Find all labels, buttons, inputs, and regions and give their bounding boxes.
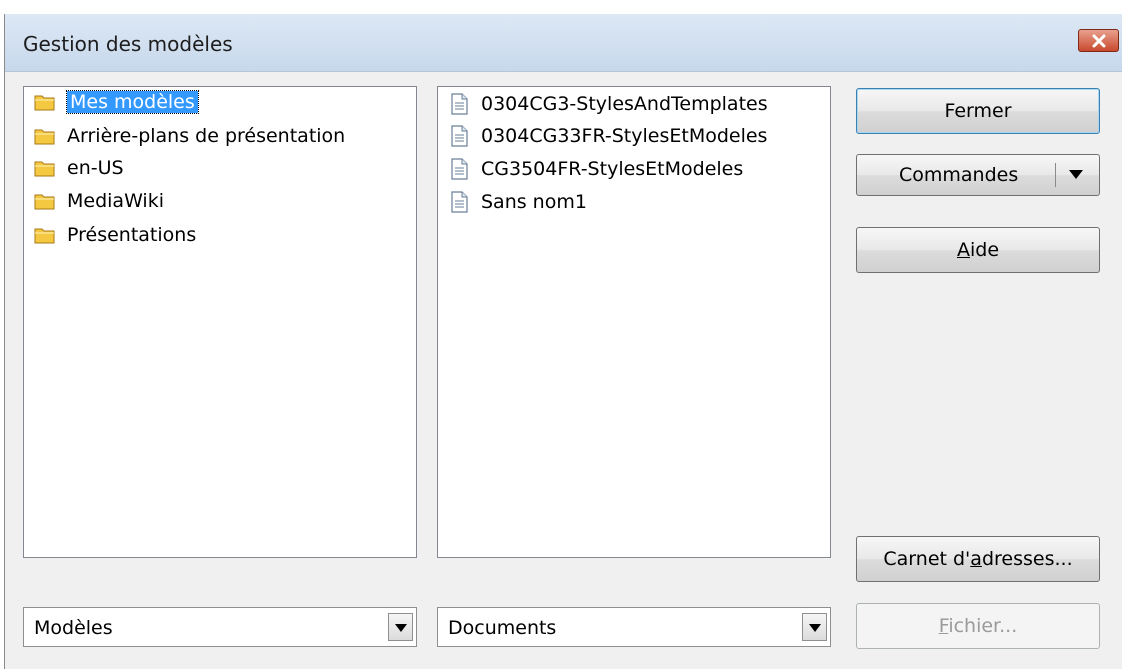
list-item-label: 0304CG3-StylesAndTemplates: [481, 93, 768, 115]
list-item-label: en-US: [67, 157, 124, 179]
commands-split-button[interactable]: Commandes: [856, 154, 1100, 196]
document-icon: [448, 191, 470, 213]
right-view-dropdown-button[interactable]: [802, 613, 827, 641]
list-item-label: Mes modèles: [66, 90, 199, 114]
folder-icon: [34, 125, 56, 147]
left-view-select-value: Modèles: [34, 617, 113, 639]
help-button[interactable]: Aide: [856, 227, 1100, 273]
list-item-label: Arrière-plans de présentation: [67, 125, 346, 147]
address-book-button-label: Carnet d'adresses...: [883, 548, 1073, 570]
help-button-label: Aide: [956, 239, 1000, 261]
commands-button-label: Commandes: [899, 164, 1019, 186]
address-book-button[interactable]: Carnet d'adresses...: [856, 536, 1100, 582]
left-view-select[interactable]: Modèles: [23, 607, 417, 647]
close-button[interactable]: Fermer: [856, 88, 1100, 134]
list-item[interactable]: CG3504FR-StylesEtModeles: [448, 154, 743, 184]
list-item-label: Sans nom1: [481, 191, 587, 213]
list-item-label: Présentations: [67, 224, 197, 246]
split-separator: [1055, 163, 1056, 187]
close-icon: [1092, 34, 1106, 48]
list-item[interactable]: Mes modèles: [34, 87, 199, 117]
template-manager-dialog: Gestion des modèles Mes modèles Arrière-…: [4, 14, 1122, 669]
file-button[interactable]: Fichier...: [856, 603, 1100, 649]
chevron-down-icon: [395, 624, 407, 632]
template-list[interactable]: 0304CG3-StylesAndTemplates 0304CG33FR-St…: [437, 86, 831, 558]
folder-icon: [34, 190, 56, 212]
folder-icon: [34, 91, 56, 113]
folder-icon: [34, 224, 56, 246]
commands-dropdown-toggle[interactable]: [1061, 155, 1091, 195]
title-bar[interactable]: Gestion des modèles: [5, 14, 1122, 72]
right-view-select-value: Documents: [448, 617, 557, 639]
right-view-select[interactable]: Documents: [437, 607, 831, 647]
list-item[interactable]: Sans nom1: [448, 187, 587, 217]
close-button-label: Fermer: [944, 100, 1012, 122]
list-item[interactable]: Arrière-plans de présentation: [34, 121, 345, 151]
list-item-label: 0304CG33FR-StylesEtModeles: [481, 125, 768, 147]
close-window-button[interactable]: [1078, 29, 1119, 52]
left-view-dropdown-button[interactable]: [388, 613, 413, 641]
category-list[interactable]: Mes modèles Arrière-plans de présentatio…: [23, 86, 417, 558]
document-icon: [448, 125, 470, 147]
dialog-title: Gestion des modèles: [23, 32, 233, 56]
list-item[interactable]: 0304CG33FR-StylesEtModeles: [448, 121, 767, 151]
document-icon: [448, 158, 470, 180]
list-item[interactable]: 0304CG3-StylesAndTemplates: [448, 89, 768, 119]
chevron-down-icon: [809, 624, 821, 632]
list-item[interactable]: en-US: [34, 153, 124, 183]
chevron-down-icon: [1069, 170, 1083, 179]
list-item-label: MediaWiki: [67, 190, 164, 212]
folder-icon: [34, 157, 56, 179]
list-item-label: CG3504FR-StylesEtModeles: [481, 158, 744, 180]
list-item[interactable]: MediaWiki: [34, 186, 164, 216]
file-button-label: Fichier...: [938, 615, 1018, 637]
list-item[interactable]: Présentations: [34, 220, 196, 250]
document-icon: [448, 93, 470, 115]
